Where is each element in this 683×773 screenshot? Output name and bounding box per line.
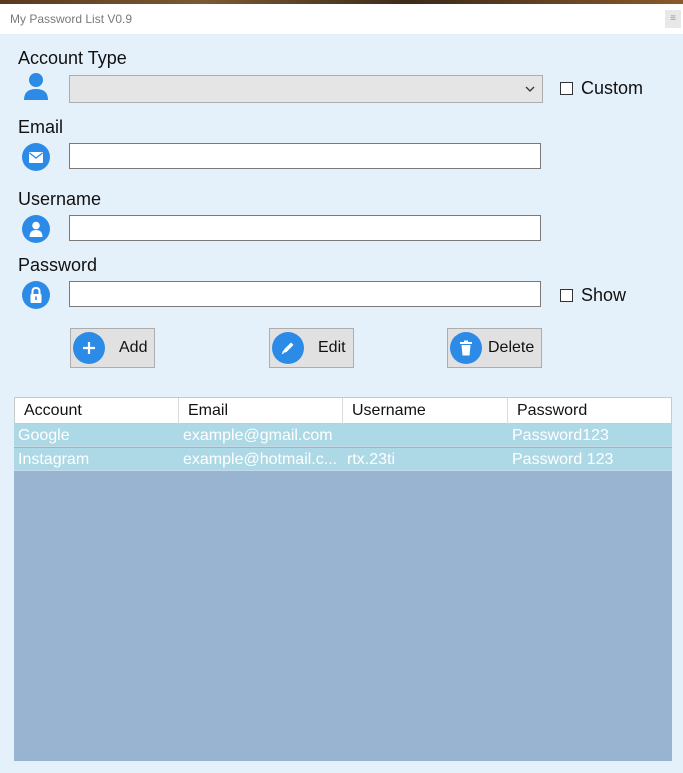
account-type-label: Account Type — [18, 48, 127, 68]
edit-button-label: Edit — [318, 339, 346, 356]
password-label: Password — [18, 255, 98, 275]
column-header-username[interactable]: Username — [343, 398, 508, 424]
chevron-down-icon — [525, 86, 535, 92]
column-header-account[interactable]: Account — [15, 398, 179, 424]
show-password-checkbox[interactable]: Show — [560, 285, 626, 306]
mail-icon — [22, 143, 50, 171]
trash-icon — [450, 332, 482, 364]
delete-button-label: Delete — [488, 339, 535, 356]
custom-checkbox-label: Custom — [581, 78, 644, 98]
cell-email: example@gmail.com — [183, 427, 333, 444]
lock-icon — [22, 281, 50, 309]
column-header-email[interactable]: Email — [179, 398, 343, 424]
user-icon — [22, 71, 50, 101]
email-field[interactable] — [69, 143, 541, 169]
delete-button[interactable]: Delete — [447, 328, 542, 368]
show-checkbox-box[interactable] — [560, 289, 573, 302]
email-label: Email — [18, 117, 64, 137]
title-bar: My Password List V0.9 ≡ — [0, 4, 683, 34]
username-field[interactable] — [69, 215, 541, 241]
window-menu-button[interactable]: ≡ — [665, 10, 681, 28]
plus-icon — [73, 332, 105, 364]
accounts-table[interactable]: Account Email Username Password Google e… — [14, 397, 672, 761]
show-checkbox-label: Show — [581, 285, 627, 305]
cell-email: example@hotmail.c... — [183, 451, 338, 468]
cell-username — [343, 424, 507, 447]
add-button-label: Add — [119, 339, 148, 356]
cell-account: Google — [18, 427, 70, 444]
account-type-select[interactable] — [69, 75, 543, 103]
window-title: My Password List V0.9 — [10, 12, 133, 26]
table-row[interactable]: Instagram example@hotmail.c... rtx.23ti … — [14, 448, 672, 471]
edit-button[interactable]: Edit — [269, 328, 354, 368]
form-panel: Account Type Custom Email Username Passw… — [0, 34, 683, 773]
table-row[interactable]: Google example@gmail.com Password123 — [14, 424, 672, 447]
column-header-password[interactable]: Password — [508, 398, 672, 424]
table-header: Account Email Username Password — [14, 397, 672, 424]
user-circle-icon — [22, 215, 50, 243]
username-label: Username — [18, 189, 102, 209]
pencil-icon — [272, 332, 304, 364]
password-field[interactable] — [69, 281, 541, 307]
app-window: My Password List V0.9 ≡ Account Type Cus… — [0, 4, 683, 773]
custom-checkbox[interactable]: Custom — [560, 78, 643, 99]
add-button[interactable]: Add — [70, 328, 155, 368]
cell-account: Instagram — [18, 451, 90, 468]
cell-password: Password 123 — [512, 451, 614, 468]
cell-password: Password123 — [512, 427, 609, 444]
custom-checkbox-box[interactable] — [560, 82, 573, 95]
cell-username: rtx.23ti — [347, 451, 396, 468]
